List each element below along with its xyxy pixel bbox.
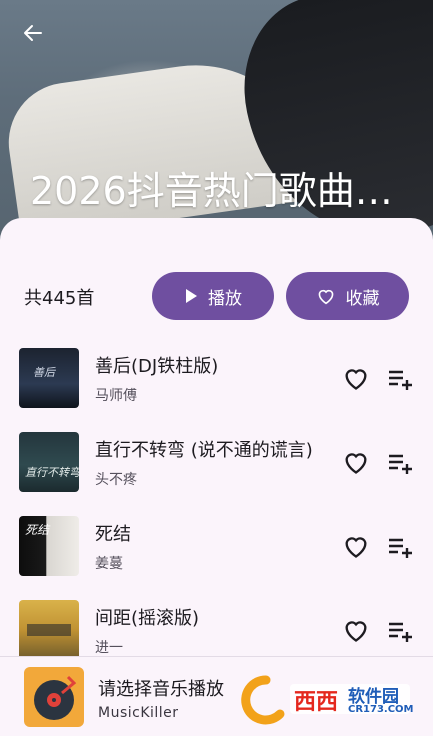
back-button[interactable]	[18, 18, 48, 48]
heart-outline-icon[interactable]	[342, 364, 370, 392]
watermark-brand: 西西	[294, 690, 339, 715]
song-row[interactable]: 死结 死结 姜蔓	[0, 516, 433, 600]
song-count: 共445首	[24, 288, 95, 309]
heart-outline-icon[interactable]	[342, 616, 370, 644]
arrow-left-icon	[24, 25, 42, 41]
svg-text:直行不转弯: 直行不转弯	[25, 466, 79, 479]
playlist-add-icon[interactable]	[386, 450, 414, 476]
favorite-label: 收藏	[345, 288, 380, 309]
vinyl-icon	[34, 675, 77, 720]
song-artist: 进一	[95, 640, 123, 656]
playlist-add-icon[interactable]	[386, 534, 414, 560]
svg-text:善后: 善后	[33, 366, 57, 379]
watermark-url: CR173.COM	[348, 704, 414, 715]
song-title: 直行不转弯 (说不通的谎言)	[95, 440, 313, 461]
player-cover	[24, 667, 84, 727]
play-icon	[186, 289, 197, 303]
song-cover: 善后	[19, 348, 79, 408]
heart-outline-icon[interactable]	[342, 448, 370, 476]
cover-art: 死结	[25, 523, 51, 537]
song-title: 间距(摇滚版)	[95, 608, 200, 629]
song-cover	[19, 600, 79, 660]
watermark-logo: 西西 软件园 CR173.COM	[236, 672, 416, 726]
playlist-title: 2026抖音热门歌曲合...	[30, 169, 420, 213]
play-all-button[interactable]: 播放	[152, 272, 274, 320]
favorite-playlist-button[interactable]: 收藏	[286, 272, 409, 320]
song-cover: 直行不转弯	[19, 432, 79, 492]
cover-art	[27, 624, 71, 636]
song-row[interactable]: 善后 善后(DJ铁柱版) 马师傅	[0, 348, 433, 432]
song-cover: 死结	[19, 516, 79, 576]
heart-outline-icon[interactable]	[342, 532, 370, 560]
song-row[interactable]: 直行不转弯 直行不转弯 (说不通的谎言) 头不疼	[0, 432, 433, 516]
cover-art: 直行不转弯	[25, 466, 79, 479]
song-title: 善后(DJ铁柱版)	[95, 356, 219, 377]
player-title: 请选择音乐播放	[98, 679, 224, 700]
song-title: 死结	[95, 524, 131, 545]
header-banner: 2026抖音热门歌曲合...	[0, 0, 433, 250]
heart-outline-icon	[318, 289, 333, 305]
song-artist: 马师傅	[95, 388, 137, 404]
song-artist: 头不疼	[95, 472, 137, 488]
player-subtitle: MusicKiller	[98, 705, 179, 721]
svg-text:死结: 死结	[25, 523, 51, 537]
playlist-add-icon[interactable]	[386, 618, 414, 644]
playlist-add-icon[interactable]	[386, 366, 414, 392]
cover-art: 善后	[33, 366, 57, 379]
play-label: 播放	[208, 288, 242, 309]
song-artist: 姜蔓	[95, 556, 123, 572]
